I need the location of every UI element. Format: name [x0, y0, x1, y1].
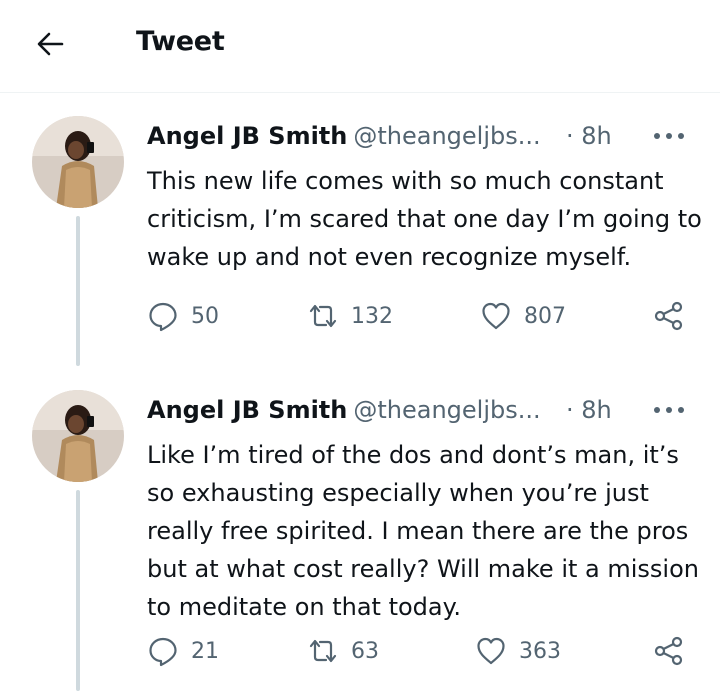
author-line: Angel JB Smith @theangeljbs...	[147, 396, 541, 424]
top-bar: Tweet	[0, 0, 720, 93]
heart-icon	[482, 302, 510, 330]
more-button[interactable]	[652, 400, 686, 420]
reply-bubble-icon	[149, 637, 177, 667]
more-horizontal-icon	[654, 133, 684, 139]
tweet-text: Like I’m tired of the dos and dont’s man…	[147, 441, 699, 621]
more-horizontal-icon	[654, 407, 684, 413]
tweet[interactable]: Angel JB Smith @theangeljbs... · 8h Like …	[0, 366, 720, 691]
tweet[interactable]: Angel JB Smith @theangeljbs... · 8h This …	[0, 92, 720, 366]
author-name[interactable]: Angel JB Smith	[147, 122, 347, 150]
page-title: Tweet	[136, 26, 225, 57]
share-icon	[654, 301, 683, 331]
share-button[interactable]	[653, 631, 685, 671]
like-button[interactable]: 807	[480, 296, 566, 336]
retweet-button[interactable]: 63	[307, 631, 379, 671]
retweet-icon	[309, 304, 337, 328]
profile-photo	[32, 390, 124, 482]
reply-button[interactable]: 50	[147, 296, 219, 336]
retweet-count: 132	[351, 303, 393, 329]
author-name[interactable]: Angel JB Smith	[147, 396, 347, 424]
arrow-left-icon	[37, 32, 64, 56]
heart-icon	[477, 637, 505, 665]
reply-button[interactable]: 21	[147, 631, 219, 671]
author-handle[interactable]: @theangeljbs...	[353, 396, 540, 424]
avatar[interactable]	[32, 116, 124, 208]
like-button[interactable]: 363	[475, 631, 561, 671]
like-count: 807	[524, 303, 566, 329]
back-button[interactable]	[34, 28, 66, 60]
retweet-icon	[309, 639, 337, 663]
thread-line	[76, 216, 80, 366]
tweet-text: This new life comes with so much constan…	[147, 167, 702, 271]
reply-count: 50	[191, 303, 219, 329]
retweet-count: 63	[351, 638, 379, 664]
author-handle[interactable]: @theangeljbs...	[353, 122, 540, 150]
author-line: Angel JB Smith @theangeljbs...	[147, 122, 541, 150]
timestamp[interactable]: · 8h	[566, 396, 612, 424]
like-count: 363	[519, 638, 561, 664]
share-icon	[654, 636, 683, 666]
tweet-actions: 21 63 363	[147, 631, 707, 671]
reply-bubble-icon	[149, 302, 177, 332]
profile-photo	[32, 116, 124, 208]
retweet-button[interactable]: 132	[307, 296, 393, 336]
reply-count: 21	[191, 638, 219, 664]
thread-line	[76, 490, 80, 691]
timestamp[interactable]: · 8h	[566, 122, 612, 150]
avatar[interactable]	[32, 390, 124, 482]
more-button[interactable]	[652, 126, 686, 146]
tweet-actions: 50 132 807	[147, 296, 707, 336]
share-button[interactable]	[653, 296, 685, 336]
